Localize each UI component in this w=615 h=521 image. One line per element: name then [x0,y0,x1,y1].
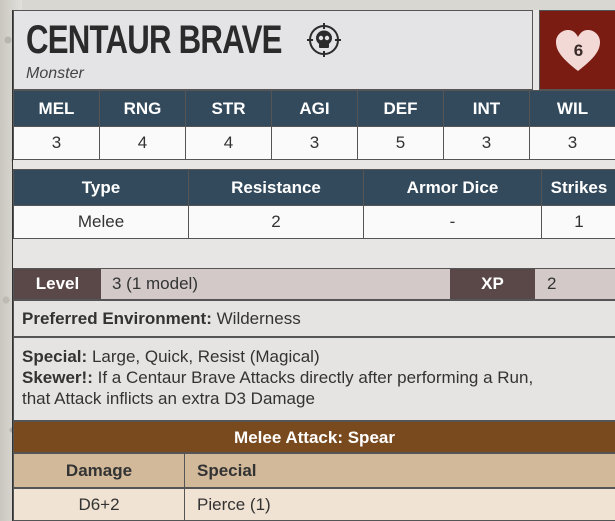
stat-header: WIL [529,90,615,127]
stat-value: 3 [443,126,530,160]
skull-crosshair-icon [307,23,341,57]
special-value-cell: Pierce (1) [197,494,271,514]
level-row: Level 3 (1 model) XP 2 [13,268,615,300]
special-value: Large, Quick, Resist (Magical) [91,347,320,366]
environment-row: Preferred Environment: Wilderness [13,300,615,337]
stat-value: 3 [13,126,100,160]
title-box: CENTAUR BRAVE Monster [13,10,533,90]
attribute-header: Armor Dice [363,169,542,206]
special-header-label: Special [197,460,257,480]
stat-value: 4 [99,126,186,160]
stat-header: RNG [99,90,186,127]
ability-text-line2: that Attack inflicts an extra D3 Damage [22,389,315,408]
attribute-header: Resistance [188,169,364,206]
special-row: Special: Large, Quick, Resist (Magical) … [13,337,615,421]
attribute-value: - [363,205,542,239]
environment-label: Preferred Environment: [22,309,212,328]
attack-values: D6+2 Pierce (1) [13,488,615,521]
attribute-value: Melee [13,205,189,239]
stats-table: MEL RNG STR AGI DEF INT WIL 3 4 4 3 5 3 … [13,90,615,160]
level-value: 3 (1 model) [112,274,198,293]
xp-value: 2 [547,274,557,293]
cost-value: 6 [573,41,584,60]
cost-box: 6 [539,10,615,90]
damage-value: D6+2 [78,494,120,514]
attack-title: Melee Attack: Spear [13,421,615,453]
card-title: CENTAUR BRAVE [26,18,282,62]
stat-value: 5 [357,126,444,160]
stat-value: 3 [271,126,358,160]
ability-text-line1: If a Centaur Brave Attacks directly afte… [97,368,534,387]
stat-value: 4 [185,126,272,160]
stat-header: DEF [357,90,444,127]
card-subtitle: Monster [26,65,84,82]
attribute-header: Strikes [541,169,615,206]
stat-header: STR [185,90,272,127]
stat-header: INT [443,90,530,127]
stat-value: 3 [529,126,615,160]
attribute-header: Type [13,169,189,206]
monster-card: CENTAUR BRAVE Monster 6 MEL RNG STR AGI … [12,10,615,521]
attack-subheader: Damage Special [13,453,615,488]
level-label: Level [14,269,101,299]
attributes-table: Type Resistance Armor Dice Strikes Melee… [13,169,615,239]
damage-label: Damage [65,460,133,480]
attribute-value: 1 [541,205,615,239]
xp-label: XP [450,269,535,299]
ability-label: Skewer!: [22,368,93,387]
card-header: CENTAUR BRAVE Monster 6 [13,10,615,90]
attribute-value: 2 [188,205,364,239]
stat-header: MEL [13,90,100,127]
environment-value: Wilderness [216,309,301,328]
special-label: Special: [22,347,88,366]
stat-header: AGI [271,90,358,127]
